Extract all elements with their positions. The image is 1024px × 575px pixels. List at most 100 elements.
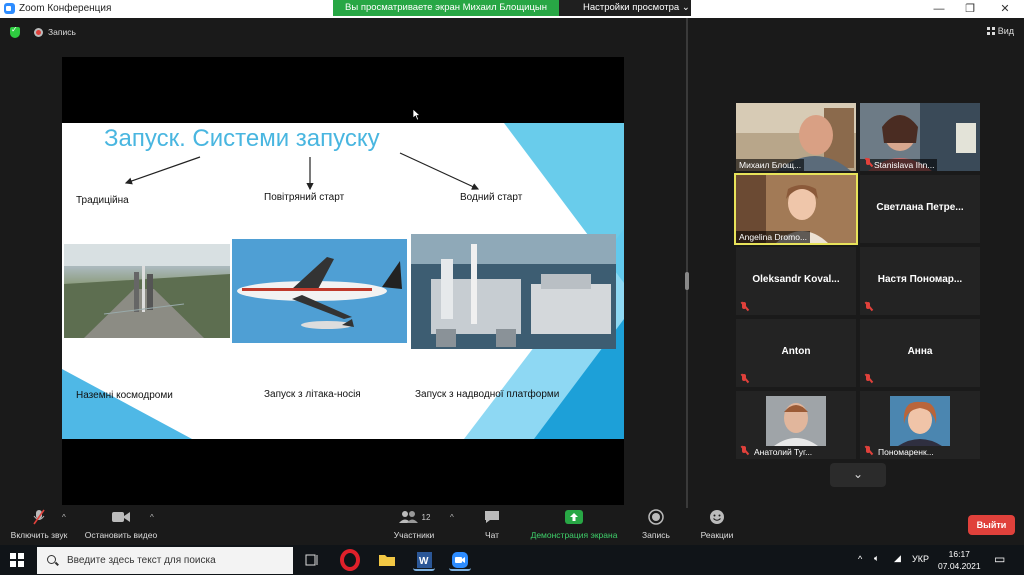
taskbar-search-box[interactable]: Введите здесь текст для поиска <box>37 547 293 574</box>
clock-time: 16:17 <box>948 549 970 559</box>
record-icon <box>34 27 43 37</box>
mouse-cursor-icon <box>413 109 421 121</box>
category-label: Традиційна <box>76 195 129 206</box>
participant-name: Анна <box>907 346 933 357</box>
tray-expand-icon[interactable]: ^ <box>858 554 862 564</box>
participant-name: Anton <box>781 346 811 357</box>
grid-view-icon <box>986 27 995 35</box>
stop-video-label: Остановить видео <box>84 530 158 540</box>
maximize-button[interactable]: ❐ <box>955 0 985 18</box>
language-indicator[interactable]: УКР <box>912 554 929 564</box>
mic-muted-icon <box>740 374 749 383</box>
carrier-aircraft-photo <box>232 239 407 343</box>
video-options-caret[interactable]: ^ <box>150 513 154 522</box>
meeting-toolbar: Включить звук ^ Остановить видео ^ 12 Уч… <box>0 508 1024 545</box>
participants-label: Участники <box>393 530 435 540</box>
search-icon <box>47 555 56 564</box>
chevron-down-icon: ⌄ <box>681 2 690 13</box>
launch-pad-photo <box>64 244 230 338</box>
leave-meeting-button[interactable]: Выйти <box>968 515 1015 535</box>
participant-tile[interactable]: Анатолий Туг... <box>736 391 856 459</box>
title-bar: Zoom Конференция Вы просматриваете экран… <box>0 0 1024 18</box>
participant-video <box>890 396 950 446</box>
category-label: Водний старт <box>460 192 523 203</box>
task-view-icon[interactable] <box>301 549 323 571</box>
presentation-slide: Запуск. Системи запуску Традиційна Повіт… <box>62 123 624 439</box>
participant-name: Настя Пономар... <box>877 274 963 285</box>
participants-button[interactable]: 12 Участники <box>388 508 440 540</box>
clock-date: 07.04.2021 <box>938 561 981 571</box>
mic-muted-icon <box>864 374 873 383</box>
gallery-scroll-down-button[interactable]: ⌄ <box>830 463 886 487</box>
category-label: Повітряний старт <box>264 192 345 203</box>
view-options-button[interactable]: Настройки просмотра ⌄ <box>559 0 691 16</box>
panel-divider <box>686 18 688 508</box>
view-label: Вид <box>997 26 1014 36</box>
chat-button[interactable]: Чат <box>475 508 509 540</box>
search-placeholder: Введите здесь текст для поиска <box>67 555 216 566</box>
participant-tile[interactable]: Stanislava Ihn... <box>860 103 980 171</box>
record-button[interactable]: Запись <box>636 508 676 540</box>
recording-label: Запись <box>48 27 76 37</box>
mic-muted-icon <box>740 302 749 311</box>
window-title: Zoom Конференция <box>19 3 112 14</box>
participant-video <box>766 396 826 446</box>
participant-name: Анатолий Туг... <box>754 447 813 457</box>
app-title: Zoom Конференция <box>4 3 111 14</box>
share-banner: Вы просматриваете экран Михаил Блощицын <box>333 0 559 16</box>
security-shield-icon[interactable] <box>10 25 20 38</box>
audio-options-caret[interactable]: ^ <box>62 513 66 522</box>
chat-icon <box>475 508 509 526</box>
windows-start-icon[interactable] <box>10 553 24 567</box>
chat-label: Чат <box>484 530 500 540</box>
reactions-smiley-icon <box>696 508 738 526</box>
network-icon[interactable]: ◢ <box>894 553 901 564</box>
windows-taskbar: Введите здесь текст для поиска W ^ 🔈︎ ◢ … <box>0 545 1024 575</box>
reactions-button[interactable]: Реакции <box>696 508 738 540</box>
caption-label: Запуск з надводної платформи <box>415 389 560 400</box>
participant-tile[interactable]: Anton <box>736 319 856 387</box>
participants-icon: 12 <box>388 508 440 526</box>
share-screen-label: Демонстрация экрана <box>530 530 618 540</box>
mic-muted-icon <box>864 446 873 455</box>
resize-handle[interactable] <box>685 272 689 290</box>
caption-label: Наземні космодроми <box>76 390 173 401</box>
participant-tile[interactable]: Светлана Петре... <box>860 175 980 243</box>
record-label: Запись <box>642 530 670 540</box>
participant-tile[interactable]: Анна <box>860 319 980 387</box>
sea-platform-photo <box>411 234 616 349</box>
recording-indicator[interactable]: Запись <box>34 27 76 37</box>
zoom-app-icon[interactable] <box>449 549 471 571</box>
participants-count: 12 <box>421 512 431 522</box>
notifications-icon[interactable]: ▭ <box>994 552 1005 566</box>
participant-tile[interactable]: Настя Пономар... <box>860 247 980 315</box>
close-button[interactable]: ✕ <box>990 0 1020 18</box>
opera-browser-icon[interactable] <box>339 549 361 571</box>
mic-muted-icon <box>740 446 749 455</box>
participants-options-caret[interactable]: ^ <box>450 513 454 522</box>
file-explorer-icon[interactable] <box>376 549 398 571</box>
participant-tile[interactable]: Oleksandr Koval... <box>736 247 856 315</box>
view-button[interactable]: Вид <box>986 26 1014 36</box>
minimize-button[interactable]: — <box>924 0 954 18</box>
participant-tile[interactable]: Михаил Блощ... <box>736 103 856 171</box>
participant-name: Angelina Dromo... <box>736 231 811 243</box>
reactions-label: Реакции <box>700 530 734 540</box>
svg-text:W: W <box>419 556 429 567</box>
chevron-down-icon: ⌄ <box>852 467 864 481</box>
participant-name: Михаил Блощ... <box>736 159 805 171</box>
zoom-window: Zoom Конференция Вы просматриваете экран… <box>0 0 1024 575</box>
participant-name: Светлана Петре... <box>876 202 964 213</box>
word-app-icon[interactable]: W <box>413 549 435 571</box>
share-screen-icon <box>526 508 622 526</box>
shared-screen: Запуск. Системи запуску Традиційна Повіт… <box>62 57 624 505</box>
unmute-label: Включить звук <box>10 530 68 540</box>
zoom-logo-icon <box>4 3 15 14</box>
share-screen-button[interactable]: Демонстрация экрана <box>526 508 622 540</box>
taskbar-clock[interactable]: 16:17 07.04.2021 <box>938 548 981 572</box>
mic-muted-icon <box>864 302 873 311</box>
participant-tile[interactable]: Пономаренк... <box>860 391 980 459</box>
record-icon <box>636 508 676 526</box>
participant-tile-active-speaker[interactable]: Angelina Dromo... <box>734 173 858 245</box>
volume-icon[interactable]: 🔈︎ <box>874 553 879 564</box>
